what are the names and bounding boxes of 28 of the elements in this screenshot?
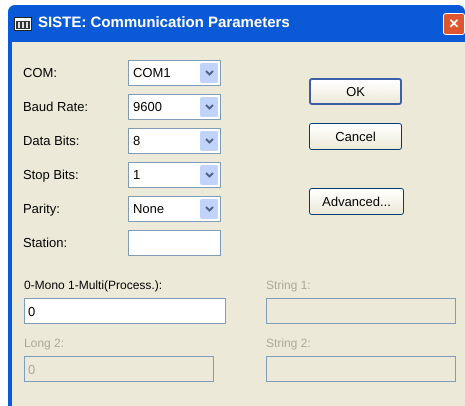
dialog-button[interactable]: Cancel: [309, 123, 402, 150]
field-label: Parity:: [23, 200, 61, 218]
dialog-button[interactable]: OK: [309, 78, 402, 105]
input-field[interactable]: 0: [24, 298, 226, 324]
field-label: String 2:: [266, 335, 312, 352]
input-field[interactable]: [128, 230, 221, 256]
field-label: Data Bits:: [23, 132, 80, 150]
chevron-down-icon: [204, 206, 214, 212]
dropdown[interactable]: None: [128, 196, 221, 222]
field-label: 0-Mono 1-Multi(Process.):: [24, 277, 164, 294]
field-label: String 1:: [266, 277, 312, 294]
chevron-down-icon: [204, 70, 214, 76]
field-label: Long 2:: [24, 335, 66, 352]
chevron-down-icon: [204, 104, 214, 110]
close-button[interactable]: ✕: [443, 12, 465, 34]
field-label: COM:: [23, 64, 58, 82]
dropdown[interactable]: 9600: [128, 94, 221, 120]
field-label: Baud Rate:: [23, 98, 90, 116]
dropdown[interactable]: 8: [128, 128, 221, 154]
dropdown[interactable]: COM1: [128, 60, 221, 86]
app-icon: [14, 16, 32, 32]
dialog-button[interactable]: Advanced...: [309, 188, 404, 215]
field-label: Stop Bits:: [23, 166, 80, 184]
dropdown[interactable]: 1: [128, 162, 221, 188]
chevron-down-icon: [204, 172, 214, 178]
window-title: SISTE: Communication Parameters: [38, 13, 290, 34]
field-label: Station:: [23, 234, 68, 252]
chevron-down-icon: [204, 138, 214, 144]
